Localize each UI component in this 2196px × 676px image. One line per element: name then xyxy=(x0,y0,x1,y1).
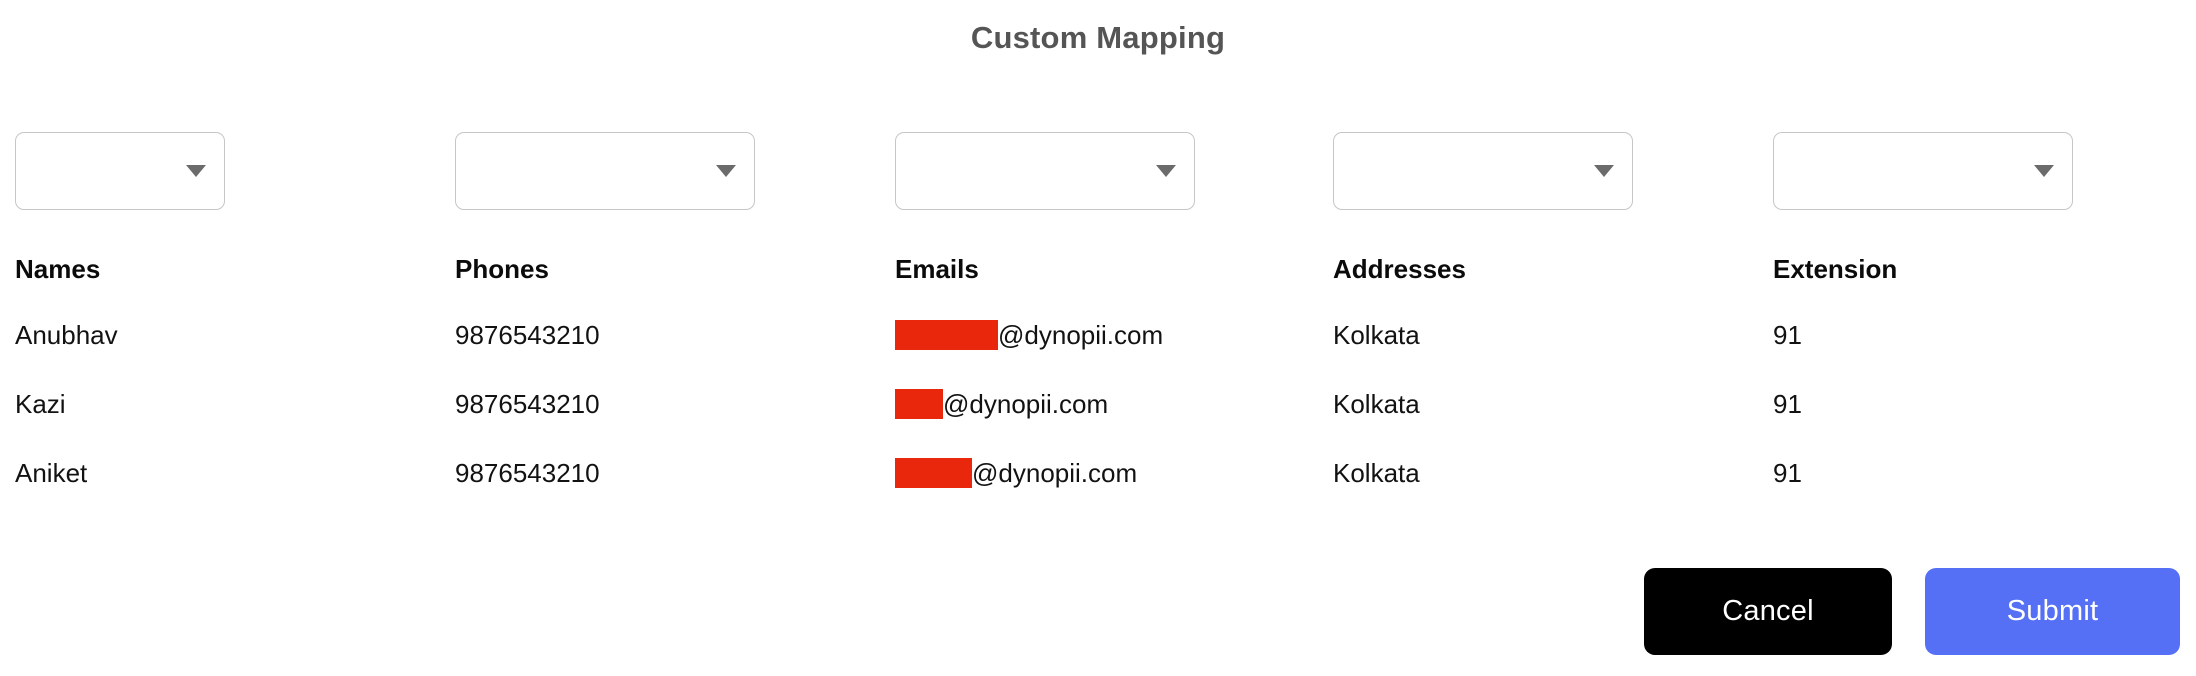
chevron-down-icon xyxy=(1156,165,1176,177)
cell-address: Kolkata xyxy=(1333,319,1420,350)
cell-name: Kazi xyxy=(15,388,66,419)
cell-extension: 91 xyxy=(1773,319,1802,350)
select-cell-names xyxy=(15,132,455,210)
cell-address: Kolkata xyxy=(1333,388,1420,419)
table-header-row: Names Phones Emails Addresses Extension xyxy=(0,238,2196,300)
column-header-extension: Extension xyxy=(1773,254,1898,284)
email-domain: @dynopii.com xyxy=(972,457,1138,488)
custom-mapping-table: Names Phones Emails Addresses Extension … xyxy=(0,132,2196,507)
cell-email: @dynopii.com xyxy=(895,387,1333,421)
column-header-phones: Phones xyxy=(455,254,549,284)
mapping-select-row xyxy=(0,132,2196,210)
select-cell-phones xyxy=(455,132,895,210)
emails-mapping-select[interactable] xyxy=(895,132,1195,210)
redacted-email-local-part xyxy=(895,457,972,488)
cell-extension: 91 xyxy=(1773,388,1802,419)
redacted-email-local-part xyxy=(895,388,943,419)
column-header-names: Names xyxy=(15,254,101,284)
email-domain: @dynopii.com xyxy=(943,388,1109,419)
email-domain: @dynopii.com xyxy=(998,319,1164,350)
table-row: Anubhav 9876543210 @dynopii.com Kolkata … xyxy=(0,300,2196,369)
cell-phone: 9876543210 xyxy=(455,388,600,419)
column-header-emails: Emails xyxy=(895,254,979,284)
column-header-addresses: Addresses xyxy=(1333,254,1466,284)
phones-mapping-select[interactable] xyxy=(455,132,755,210)
cell-address: Kolkata xyxy=(1333,457,1420,488)
footer-actions: Cancel Submit xyxy=(0,568,2196,655)
page-title: Custom Mapping xyxy=(970,20,1226,55)
chevron-down-icon xyxy=(1594,165,1614,177)
cell-phone: 9876543210 xyxy=(455,457,600,488)
cancel-button[interactable]: Cancel xyxy=(1644,568,1892,655)
names-mapping-select[interactable] xyxy=(15,132,225,210)
cell-email: @dynopii.com xyxy=(895,318,1333,352)
extension-mapping-select[interactable] xyxy=(1773,132,2073,210)
cell-name: Anubhav xyxy=(15,319,118,350)
cell-extension: 91 xyxy=(1773,457,1802,488)
table-row: Aniket 9876543210 @dynopii.com Kolkata 9… xyxy=(0,438,2196,507)
chevron-down-icon xyxy=(186,165,206,177)
submit-button[interactable]: Submit xyxy=(1925,568,2180,655)
addresses-mapping-select[interactable] xyxy=(1333,132,1633,210)
chevron-down-icon xyxy=(716,165,736,177)
cell-name: Aniket xyxy=(15,457,88,488)
table-row: Kazi 9876543210 @dynopii.com Kolkata 91 xyxy=(0,369,2196,438)
select-cell-addresses xyxy=(1333,132,1773,210)
cell-email: @dynopii.com xyxy=(895,456,1333,490)
redacted-email-local-part xyxy=(895,319,998,350)
chevron-down-icon xyxy=(2034,165,2054,177)
select-cell-emails xyxy=(895,132,1333,210)
cell-phone: 9876543210 xyxy=(455,319,600,350)
select-cell-extension xyxy=(1773,132,2196,210)
